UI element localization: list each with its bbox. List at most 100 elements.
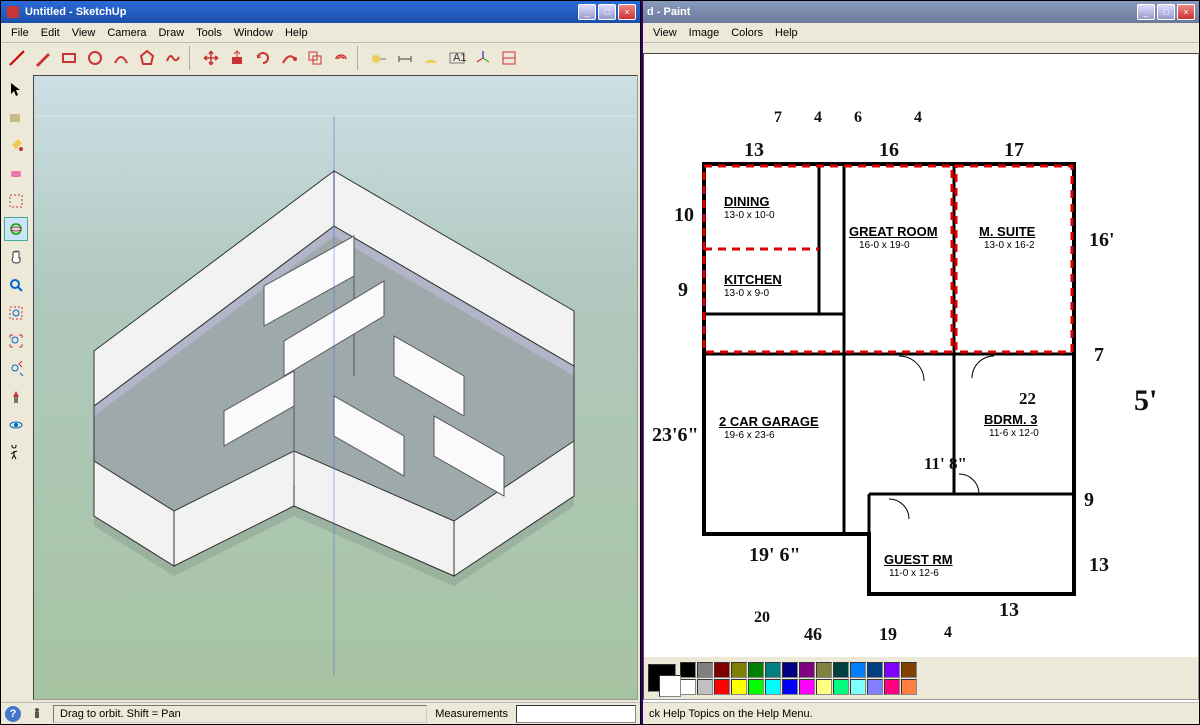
protractor-tool-icon[interactable] xyxy=(419,46,443,70)
component-tool-icon[interactable] xyxy=(4,105,28,129)
palette-swatch[interactable] xyxy=(765,662,781,678)
line-tool-icon[interactable] xyxy=(5,46,29,70)
select-tool-icon[interactable] xyxy=(4,77,28,101)
palette-swatch[interactable] xyxy=(714,679,730,695)
zoom-extents-icon[interactable] xyxy=(4,329,28,353)
current-color-swatch[interactable] xyxy=(648,664,676,692)
palette-swatch[interactable] xyxy=(731,679,747,695)
walk-tool-icon[interactable] xyxy=(4,441,28,465)
palette-swatch[interactable] xyxy=(833,662,849,678)
maximize-button[interactable]: □ xyxy=(1157,4,1175,20)
arc-tool-icon[interactable] xyxy=(109,46,133,70)
menu-tools[interactable]: Tools xyxy=(190,25,228,41)
freehand-tool-icon[interactable] xyxy=(161,46,185,70)
menu-window[interactable]: Window xyxy=(228,25,279,41)
circle-tool-icon[interactable] xyxy=(83,46,107,70)
pan-tool-icon[interactable] xyxy=(4,245,28,269)
menu-view[interactable]: View xyxy=(647,25,683,41)
palette-swatch[interactable] xyxy=(884,662,900,678)
palette-swatch[interactable] xyxy=(816,662,832,678)
text-tool-icon[interactable]: A1 xyxy=(445,46,469,70)
polygon-tool-icon[interactable] xyxy=(135,46,159,70)
menu-help[interactable]: Help xyxy=(279,25,314,41)
palette-swatch[interactable] xyxy=(680,679,696,695)
followme-tool-icon[interactable] xyxy=(277,46,301,70)
palette-swatch[interactable] xyxy=(748,662,764,678)
menu-edit[interactable]: Edit xyxy=(35,25,66,41)
man-icon[interactable] xyxy=(29,706,45,722)
zoom-window-icon[interactable] xyxy=(4,301,28,325)
palette-swatch[interactable] xyxy=(697,662,713,678)
palette-swatch[interactable] xyxy=(901,679,917,695)
palette-swatch[interactable] xyxy=(765,679,781,695)
dim-guest: 11-0 x 12-6 xyxy=(889,568,939,579)
dim-bdrm3: 11-6 x 12-0 xyxy=(989,428,1039,439)
rectangle-tool-icon[interactable] xyxy=(57,46,81,70)
pushpull-tool-icon[interactable] xyxy=(225,46,249,70)
close-button[interactable]: × xyxy=(1177,4,1195,20)
palette-swatch[interactable] xyxy=(731,662,747,678)
palette-swatch[interactable] xyxy=(799,679,815,695)
orbit-tool-icon[interactable] xyxy=(4,217,28,241)
palette-swatch[interactable] xyxy=(680,662,696,678)
hw-top-a: 7 xyxy=(774,109,782,127)
palette-swatch[interactable] xyxy=(816,679,832,695)
axes-tool-icon[interactable] xyxy=(471,46,495,70)
measurements-label: Measurements xyxy=(435,708,508,720)
paintbucket-tool-icon[interactable] xyxy=(4,133,28,157)
hw-top-13: 13 xyxy=(744,139,764,162)
help-icon[interactable]: ? xyxy=(5,706,21,722)
palette-swatch[interactable] xyxy=(782,662,798,678)
position-camera-icon[interactable] xyxy=(4,385,28,409)
minimize-button[interactable]: _ xyxy=(578,4,596,20)
palette-swatch[interactable] xyxy=(748,679,764,695)
sketchup-title: Untitled - SketchUp xyxy=(25,6,578,18)
paint-canvas[interactable]: DINING 13-0 x 10-0 KITCHEN 13-0 x 9-0 GR… xyxy=(644,54,1198,657)
menu-draw[interactable]: Draw xyxy=(152,25,190,41)
svg-text:A1: A1 xyxy=(453,52,466,64)
maximize-button[interactable]: □ xyxy=(598,4,616,20)
menu-camera[interactable]: Camera xyxy=(101,25,152,41)
sketchup-side-toolbar xyxy=(1,73,31,702)
tape-tool-icon[interactable] xyxy=(367,46,391,70)
section-tool-icon[interactable] xyxy=(497,46,521,70)
eraser-tool-icon[interactable] xyxy=(4,161,28,185)
dimension-tool-icon[interactable] xyxy=(393,46,417,70)
select-region-icon[interactable] xyxy=(4,189,28,213)
paint-titlebar[interactable]: d - Paint _ □ × xyxy=(643,1,1199,23)
sketchup-viewport[interactable] xyxy=(33,75,638,700)
rotate-tool-icon[interactable] xyxy=(251,46,275,70)
menu-help[interactable]: Help xyxy=(769,25,804,41)
zoom-tool-icon[interactable] xyxy=(4,273,28,297)
palette-swatch[interactable] xyxy=(714,662,730,678)
pencil-tool-icon[interactable] xyxy=(31,46,55,70)
move-tool-icon[interactable] xyxy=(199,46,223,70)
paint-palette xyxy=(644,657,1198,699)
menu-file[interactable]: File xyxy=(5,25,35,41)
offset-tool-icon[interactable] xyxy=(329,46,353,70)
palette-swatch[interactable] xyxy=(799,662,815,678)
close-button[interactable]: × xyxy=(618,4,636,20)
palette-swatch[interactable] xyxy=(901,662,917,678)
sketchup-titlebar[interactable]: Untitled - SketchUp _ □ × xyxy=(1,1,640,23)
sketchup-menubar: File Edit View Camera Draw Tools Window … xyxy=(1,23,640,43)
hw-bottom-4: 4 xyxy=(944,624,952,642)
measurements-input[interactable] xyxy=(516,705,636,723)
previous-view-icon[interactable] xyxy=(4,357,28,381)
palette-swatch[interactable] xyxy=(884,679,900,695)
minimize-button[interactable]: _ xyxy=(1137,4,1155,20)
palette-swatch[interactable] xyxy=(850,662,866,678)
palette-swatch[interactable] xyxy=(782,679,798,695)
palette-swatch[interactable] xyxy=(697,679,713,695)
paint-menubar: View Image Colors Help xyxy=(643,23,1199,43)
sketchup-statusbar: ? Drag to orbit. Shift = Pan Measurement… xyxy=(1,702,640,724)
look-around-icon[interactable] xyxy=(4,413,28,437)
palette-swatch[interactable] xyxy=(850,679,866,695)
scale-tool-icon[interactable] xyxy=(303,46,327,70)
palette-swatch[interactable] xyxy=(833,679,849,695)
menu-view[interactable]: View xyxy=(66,25,102,41)
menu-image[interactable]: Image xyxy=(683,25,726,41)
palette-swatch[interactable] xyxy=(867,679,883,695)
palette-swatch[interactable] xyxy=(867,662,883,678)
menu-colors[interactable]: Colors xyxy=(725,25,769,41)
